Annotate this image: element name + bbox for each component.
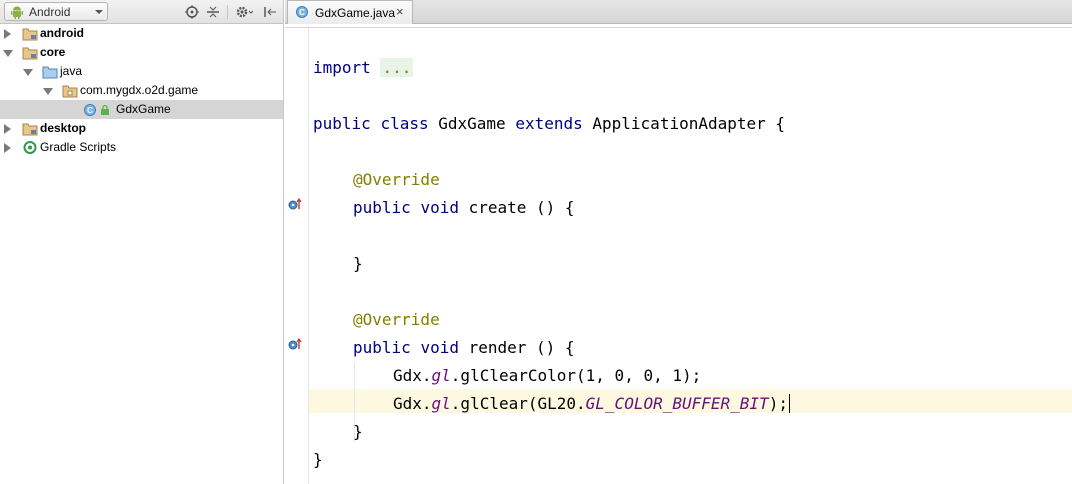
collapse-arrow-icon[interactable] <box>23 69 33 76</box>
tree-item-label: desktop <box>40 121 87 135</box>
collapse-all-icon[interactable] <box>205 4 221 20</box>
project-toolbar: Android <box>0 0 283 24</box>
tree-item-core[interactable]: core <box>0 43 283 62</box>
override-method-icon[interactable] <box>287 338 305 350</box>
editor-gutter <box>285 28 309 484</box>
expand-arrow-icon[interactable] <box>4 124 11 134</box>
tree-item-android[interactable]: android <box>0 24 283 43</box>
target-icon[interactable] <box>184 4 200 20</box>
module-folder-icon <box>22 28 38 41</box>
override-method-icon[interactable] <box>287 198 305 210</box>
code-line: } <box>353 422 363 441</box>
expand-arrow-icon[interactable] <box>4 29 11 39</box>
chevron-down-icon <box>95 10 103 14</box>
class-icon: C <box>296 6 308 18</box>
code-area[interactable]: import ... public class GdxGame extends … <box>313 28 1068 484</box>
text-cursor <box>788 394 790 413</box>
tree-item-label: GdxGame <box>116 102 171 116</box>
tree-item-gdxgame[interactable]: C GdxGame <box>0 100 283 119</box>
folded-imports[interactable]: ... <box>380 58 414 77</box>
tab-gdxgame-java[interactable]: C GdxGame.java × <box>287 0 413 24</box>
lock-icon <box>101 105 109 115</box>
code-line: import ... <box>313 58 414 77</box>
code-line: Gdx.gl.glClear(GL20.GL_COLOR_BUFFER_BIT)… <box>393 394 790 413</box>
close-icon[interactable]: × <box>396 4 404 19</box>
tree-item-label: android <box>40 26 84 40</box>
project-view-selector[interactable]: Android <box>4 2 108 21</box>
code-editor: C GdxGame.java × import ... public class… <box>285 0 1072 484</box>
tree-item-label: java <box>60 64 83 78</box>
code-line: Gdx.gl.glClearColor(1, 0, 0, 1); <box>393 366 702 385</box>
tree-item-label: com.mygdx.o2d.game <box>80 83 199 97</box>
tree-item-desktop[interactable]: desktop <box>0 119 283 138</box>
editor-tab-bar: C GdxGame.java × <box>285 0 1072 24</box>
code-line: } <box>353 254 363 273</box>
gear-icon[interactable] <box>234 4 256 20</box>
module-folder-icon <box>22 123 38 136</box>
expand-arrow-icon[interactable] <box>4 143 11 153</box>
module-folder-icon <box>22 47 38 60</box>
code-line: public class GdxGame extends Application… <box>313 114 786 133</box>
android-icon <box>11 6 23 19</box>
code-line: @Override <box>353 310 440 329</box>
tree-item-package[interactable]: com.mygdx.o2d.game <box>0 81 283 100</box>
tree-item-gradle-scripts[interactable]: Gradle Scripts <box>0 138 283 157</box>
collapse-arrow-icon[interactable] <box>3 50 13 57</box>
tree-item-label: core <box>40 45 66 59</box>
class-icon: C <box>84 104 96 116</box>
hide-panel-icon[interactable] <box>262 4 278 20</box>
project-panel: Android android core java com.mygdx.o2d.… <box>0 0 284 484</box>
project-view-label: Android <box>29 5 71 19</box>
code-line: public void create () { <box>353 198 575 217</box>
code-line: @Override <box>353 170 440 189</box>
gradle-icon <box>23 141 37 154</box>
package-icon <box>62 85 78 98</box>
tab-label: GdxGame.java <box>315 6 396 20</box>
source-folder-icon <box>42 66 58 79</box>
code-line: } <box>313 450 323 469</box>
tree-item-java[interactable]: java <box>0 62 283 81</box>
code-line: public void render () { <box>353 338 575 357</box>
tree-item-label: Gradle Scripts <box>40 140 117 154</box>
collapse-arrow-icon[interactable] <box>43 88 53 95</box>
